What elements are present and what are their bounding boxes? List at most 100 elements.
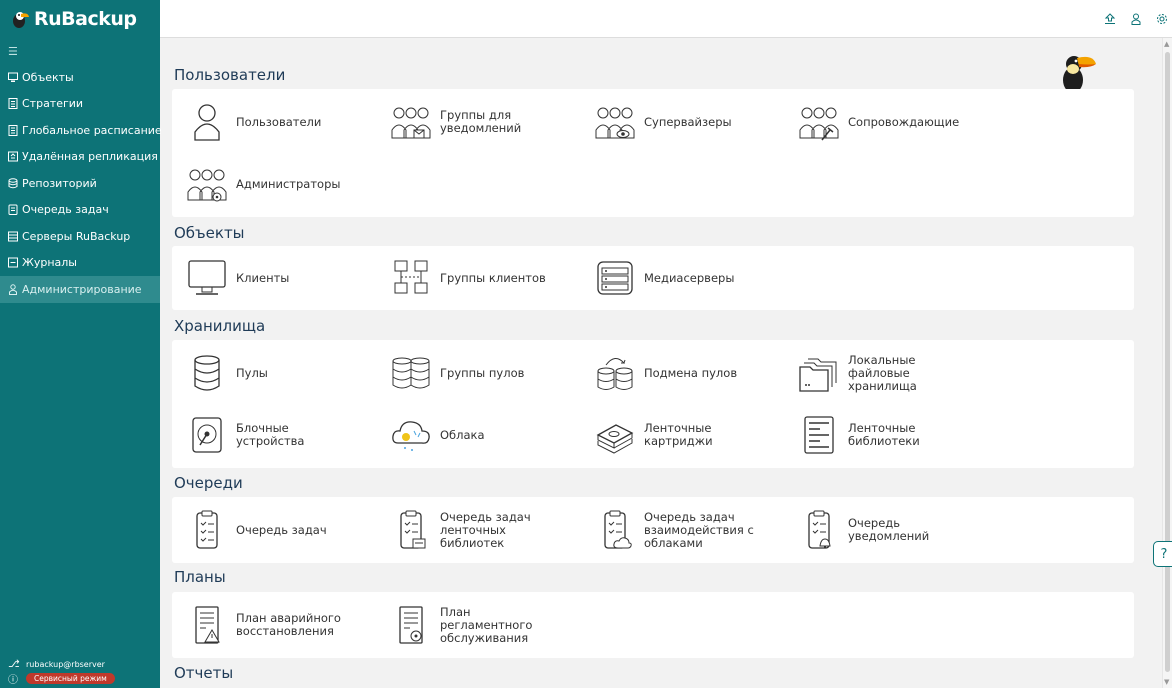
monitor-icon (182, 257, 232, 299)
log-icon (8, 257, 18, 268)
supervisor-icon (590, 101, 640, 143)
section-title-queues: Очереди (174, 474, 243, 492)
tile-block-devices[interactable]: Блочные устройства (182, 414, 366, 456)
scroll-up-icon[interactable]: ▲ (1164, 40, 1169, 48)
tile-label: Подмена пулов (644, 365, 738, 380)
tile-label: Группы клиентов (440, 270, 546, 285)
replication-icon (8, 151, 18, 162)
sidebar-item-objects[interactable]: Объекты (0, 64, 160, 91)
section-card-plans: План аварийного восстановления План регл… (172, 592, 1134, 658)
tile-clouds[interactable]: Облака (386, 414, 570, 456)
admin-group-icon (182, 163, 232, 205)
clipboard-icon (8, 204, 18, 216)
tile-label: Очередь задач взаимодействия с облаками (644, 509, 754, 550)
tile-label: Очередь задач (236, 522, 327, 537)
sidebar-item-logs[interactable]: Журналы (0, 250, 160, 277)
sidebar-item-label: Стратегии (22, 97, 84, 111)
tile-label: Ленточные библиотеки (848, 421, 920, 448)
folder-icon (794, 352, 844, 394)
info-icon: ⓘ (8, 674, 18, 686)
section-title-users: Пользователи (174, 66, 286, 84)
sidebar: RuBackup ☰ Объекты Стратегии Глобальное … (0, 0, 162, 688)
section-title-objects: Объекты (174, 224, 245, 242)
sidebar-footer: ⎇ rubackup@rbserver ⓘ Сервисный режим (0, 657, 160, 688)
user-icon (8, 284, 18, 295)
toucan-mascot-icon (1063, 56, 1096, 94)
scroll-down-icon[interactable]: ▼ (1164, 678, 1169, 686)
tile-local-file-storages[interactable]: Локальные файловые хранилища (794, 352, 978, 394)
question-icon: ? (1160, 546, 1168, 562)
tile-maintenance-plan[interactable]: План регламентного обслуживания (386, 604, 570, 646)
sidebar-item-remote-replication[interactable]: Удалённая репликация (0, 144, 160, 171)
tile-pool-groups[interactable]: Группы пулов (386, 352, 570, 394)
service-mode-badge[interactable]: Сервисный режим (26, 672, 115, 684)
media-server-icon (590, 257, 640, 299)
tile-media-servers[interactable]: Медиасерверы (590, 257, 774, 299)
document-icon (8, 98, 18, 110)
tile-notification-queue[interactable]: Очередь уведомлений (794, 509, 978, 551)
tile-users[interactable]: Пользователи (182, 101, 366, 143)
section-title-storages: Хранилища (174, 317, 266, 335)
sidebar-item-task-queue[interactable]: Очередь задач (0, 197, 160, 224)
monitor-icon (8, 72, 18, 83)
tile-cloud-queue[interactable]: Очередь задач взаимодействия с облаками (590, 509, 774, 551)
database-icon (8, 178, 18, 189)
sidebar-nav: Объекты Стратегии Глобальное расписание … (0, 64, 162, 303)
clipboard-tape-icon (386, 509, 436, 551)
sidebar-item-global-schedule[interactable]: Глобальное расписание (0, 117, 162, 144)
tile-administrators[interactable]: Администраторы (182, 163, 366, 205)
main-content: Пользователи Пользователи Группы для уве… (160, 38, 1160, 688)
top-actions (1104, 12, 1168, 26)
tile-label: План аварийного восстановления (236, 611, 341, 638)
tape-cartridge-icon (590, 414, 640, 456)
sidebar-item-label: Глобальное расписание (22, 123, 162, 137)
tile-notification-groups[interactable]: Группы для уведомлений (386, 101, 570, 143)
sidebar-item-administration[interactable]: Администрирование (0, 276, 160, 303)
sidebar-item-repository[interactable]: Репозиторий (0, 170, 160, 197)
clipboard-cloud-icon (590, 509, 640, 551)
section-card-objects: Клиенты Группы клиентов Медиасерверы (172, 246, 1134, 310)
maintainer-icon (794, 101, 844, 143)
section-card-queues: Очередь задач Очередь задач ленточных би… (172, 497, 1134, 563)
tile-pool-swap[interactable]: Подмена пулов (590, 352, 774, 394)
tile-tape-libraries[interactable]: Ленточные библиотеки (794, 414, 978, 456)
gear-icon[interactable] (1156, 12, 1168, 26)
tile-label: Сопровождающие (848, 114, 960, 129)
tile-label: План регламентного обслуживания (440, 604, 533, 645)
sidebar-item-strategies[interactable]: Стратегии (0, 91, 160, 118)
plan-maintenance-icon (386, 604, 436, 646)
logo[interactable]: RuBackup (0, 0, 160, 38)
client-groups-icon (386, 257, 436, 299)
toucan-logo-icon (13, 12, 29, 28)
sidebar-item-label: Репозиторий (22, 176, 97, 190)
sidebar-item-servers[interactable]: Серверы RuBackup (0, 223, 160, 250)
tile-supervisors[interactable]: Супервайзеры (590, 101, 774, 143)
tile-pools[interactable]: Пулы (182, 352, 366, 394)
section-title-plans: Планы (174, 568, 226, 586)
user-icon (182, 101, 232, 143)
tile-label: Очередь уведомлений (848, 516, 930, 543)
tile-label: Клиенты (236, 270, 290, 285)
clipboard-bell-icon (794, 509, 844, 551)
upload-icon[interactable] (1104, 12, 1116, 26)
main-scrollbar[interactable]: ▲ ▼ (1162, 38, 1172, 688)
current-user[interactable]: ⎇ rubackup@rbserver (8, 657, 160, 671)
help-button[interactable]: ? (1153, 541, 1172, 567)
sidebar-item-label: Серверы RuBackup (22, 229, 131, 243)
section-card-storages: Пулы Группы пулов Подмена пулов Локальны… (172, 340, 1134, 468)
pool-groups-icon (386, 352, 436, 394)
tile-label: Супервайзеры (644, 114, 732, 129)
tile-client-groups[interactable]: Группы клиентов (386, 257, 570, 299)
tile-disaster-recovery-plan[interactable]: План аварийного восстановления (182, 604, 366, 646)
tile-tape-library-queue[interactable]: Очередь задач ленточных библиотек (386, 509, 570, 551)
user-profile-icon[interactable] (1130, 12, 1142, 26)
tile-clients[interactable]: Клиенты (182, 257, 366, 299)
tile-maintainers[interactable]: Сопровождающие (794, 101, 978, 143)
sidebar-item-label: Журналы (22, 256, 77, 270)
tile-tape-cartridges[interactable]: Ленточные картриджи (590, 414, 774, 456)
collapse-menu-button[interactable]: ☰ (0, 38, 160, 64)
scroll-thumb[interactable] (1165, 52, 1170, 672)
group-notify-icon (386, 101, 436, 143)
tile-task-queue[interactable]: Очередь задач (182, 509, 366, 551)
sidebar-item-label: Очередь задач (22, 203, 109, 217)
